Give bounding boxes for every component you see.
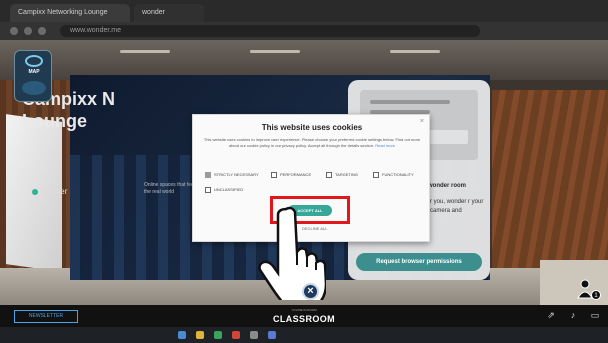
map-label: MAP — [28, 69, 40, 75]
taskbar-app-icon[interactable] — [232, 331, 240, 339]
map-ring-icon — [25, 55, 43, 67]
taskbar-app-icon[interactable] — [214, 331, 222, 339]
checkbox-icon[interactable] — [271, 172, 277, 178]
option-label: PERFORMANCE — [280, 172, 312, 178]
people-count-badge: 1 — [591, 290, 601, 300]
checkbox-icon[interactable] — [205, 187, 211, 193]
cookie-option[interactable]: FUNCTIONALITY — [373, 172, 414, 178]
wonder-logo-icon — [32, 188, 38, 195]
os-taskbar — [0, 327, 608, 343]
room-name: CLASSROOM — [272, 314, 336, 324]
back-icon[interactable] — [10, 27, 18, 35]
cookie-option[interactable]: TARGETING — [326, 172, 358, 178]
option-label: TARGETING — [335, 172, 359, 178]
permissions-title: wonder room — [428, 183, 467, 189]
ceiling-light — [250, 50, 300, 53]
preview-bar — [370, 100, 450, 104]
wonder-logo: wonder — [32, 187, 67, 196]
taskbar-app-icon[interactable] — [196, 331, 204, 339]
taskbar-app-icon[interactable] — [178, 331, 186, 339]
browser-toolbar: www.wonder.me — [0, 22, 608, 40]
ceiling-light — [120, 50, 170, 53]
checkbox-icon[interactable] — [373, 172, 379, 178]
permissions-text: r you, wonder r your camera and — [430, 199, 484, 214]
request-permissions-button[interactable]: Request browser permissions — [356, 253, 482, 271]
cookie-option[interactable]: STRICTLY NECESSARY — [205, 172, 259, 178]
map-widget[interactable]: MAP — [14, 50, 52, 102]
speaker-icon[interactable]: ♪ — [566, 309, 580, 321]
dialog-title: This website uses cookies — [261, 123, 363, 132]
option-label: UNCLASSIFIED — [214, 187, 244, 193]
checkbox-icon[interactable] — [326, 172, 332, 178]
close-button[interactable]: × — [302, 283, 319, 300]
share-icon[interactable]: ⇗ — [544, 309, 558, 321]
option-label: STRICTLY NECESSARY — [214, 172, 259, 178]
screen: Campixx Networking Lounge wonder www.won… — [0, 0, 608, 343]
read-more-link[interactable]: Read more — [375, 143, 395, 148]
wonder-logo-text: wonder — [41, 187, 68, 196]
taskbar-app-icon[interactable] — [250, 331, 258, 339]
screen-icon[interactable]: ▭ — [588, 309, 602, 321]
browser-tab[interactable]: wonder — [134, 4, 204, 22]
dialog-text: This website uses cookies to improve use… — [203, 137, 421, 149]
room-subtitle: YOU'RE IN ROOM — [291, 308, 317, 312]
browser-tab-bar: Campixx Networking Lounge wonder — [0, 0, 608, 22]
forward-icon[interactable] — [24, 27, 32, 35]
cookie-option[interactable]: PERFORMANCE — [271, 172, 311, 178]
ceiling — [0, 40, 608, 80]
taskbar-app-icon[interactable] — [268, 331, 276, 339]
address-bar[interactable]: www.wonder.me — [60, 25, 480, 37]
reload-icon[interactable] — [38, 27, 46, 35]
option-label: FUNCTIONALITY — [382, 172, 414, 178]
map-icon — [22, 81, 46, 95]
cookie-option[interactable]: UNCLASSIFIED — [205, 187, 243, 193]
ceiling-light — [390, 50, 440, 53]
checkbox-icon[interactable] — [205, 172, 211, 178]
browser-tab[interactable]: Campixx Networking Lounge — [10, 4, 130, 22]
